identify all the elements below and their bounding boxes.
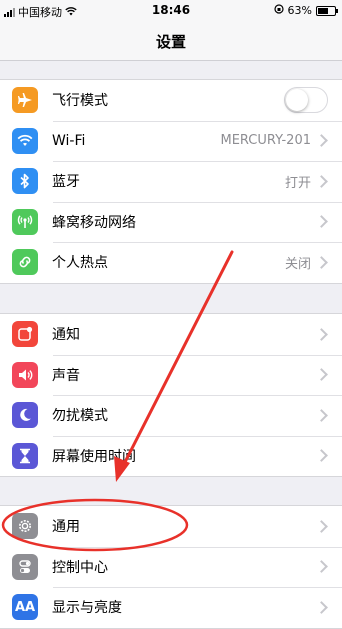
- sounds-icon: [12, 361, 38, 388]
- row-label: 通知: [52, 327, 80, 344]
- notifications-group: 通知 声音 勿扰模式 屏幕使用时间: [0, 313, 342, 477]
- row-label: 飞行模式: [52, 93, 108, 110]
- status-bar: 中国移动 18:46 63%: [0, 0, 342, 22]
- settings-row-sounds[interactable]: 声音: [0, 354, 342, 396]
- airplane-mode-toggle[interactable]: [284, 87, 328, 114]
- row-label: 声音: [52, 367, 80, 384]
- settings-row-general[interactable]: 通用: [0, 506, 342, 547]
- row-label: 显示与亮度: [52, 600, 122, 617]
- settings-row-bluetooth[interactable]: 蓝牙 打开: [0, 161, 342, 202]
- settings-row-cellular[interactable]: 蜂窝移动网络: [0, 201, 342, 243]
- hotspot-icon: [12, 249, 38, 276]
- row-label: 个人热点: [52, 255, 108, 272]
- chevron-right-icon: [315, 600, 328, 614]
- settings-row-display[interactable]: AA 显示与亮度: [0, 587, 342, 628]
- wifi-icon: [12, 127, 38, 154]
- settings-row-airplane-mode[interactable]: 飞行模式: [0, 80, 342, 121]
- row-label: 通用: [52, 519, 80, 536]
- general-group: 通用 控制中心 AA 显示与亮度: [0, 505, 342, 629]
- settings-row-do-not-disturb[interactable]: 勿扰模式: [0, 395, 342, 436]
- bluetooth-icon: [12, 168, 38, 195]
- settings-row-personal-hotspot[interactable]: 个人热点 关闭: [0, 242, 342, 283]
- chevron-right-icon: [315, 174, 328, 188]
- display-icon: AA: [12, 594, 38, 621]
- status-right: 63%: [273, 4, 338, 17]
- battery-percent: 63%: [287, 4, 312, 17]
- chevron-right-icon: [315, 134, 328, 148]
- moon-icon: [12, 402, 38, 429]
- row-label: Wi-Fi: [52, 132, 86, 149]
- cellular-icon: [12, 208, 38, 235]
- chevron-right-icon: [315, 215, 328, 229]
- settings-row-screen-time[interactable]: 屏幕使用时间: [0, 435, 342, 477]
- connectivity-group: 飞行模式 Wi-Fi MERCURY-201 蓝牙 打开 蜂窝移动网络 个人热点…: [0, 79, 342, 284]
- settings-row-wifi[interactable]: Wi-Fi MERCURY-201: [0, 120, 342, 162]
- row-label: 蜂窝移动网络: [52, 214, 136, 231]
- row-label: 控制中心: [52, 559, 108, 576]
- orientation-lock-icon: [273, 4, 284, 17]
- toggle-knob: [286, 89, 308, 112]
- chevron-right-icon: [315, 368, 328, 382]
- page-title: 设置: [155, 33, 186, 51]
- gear-icon: [12, 513, 38, 540]
- chevron-right-icon: [315, 327, 328, 341]
- battery-level: [318, 7, 329, 14]
- control-center-icon: [12, 553, 38, 580]
- bluetooth-value: 打开: [284, 175, 311, 191]
- battery-icon: [316, 5, 338, 16]
- nav-bar: 设置: [0, 22, 342, 61]
- chevron-right-icon: [315, 255, 328, 269]
- chevron-right-icon: [315, 408, 328, 422]
- row-label: 屏幕使用时间: [52, 448, 136, 465]
- hotspot-value: 关闭: [284, 256, 311, 272]
- notifications-icon: [12, 321, 38, 348]
- hourglass-icon: [12, 442, 38, 469]
- chevron-right-icon: [315, 449, 328, 463]
- row-label: 勿扰模式: [52, 408, 108, 425]
- row-label: 蓝牙: [52, 174, 80, 191]
- chevron-right-icon: [315, 560, 328, 574]
- wifi-network-value: MERCURY-201: [220, 133, 311, 149]
- chevron-right-icon: [315, 519, 328, 533]
- airplane-icon: [12, 87, 38, 114]
- settings-row-control-center[interactable]: 控制中心: [0, 546, 342, 588]
- settings-row-notifications[interactable]: 通知: [0, 314, 342, 355]
